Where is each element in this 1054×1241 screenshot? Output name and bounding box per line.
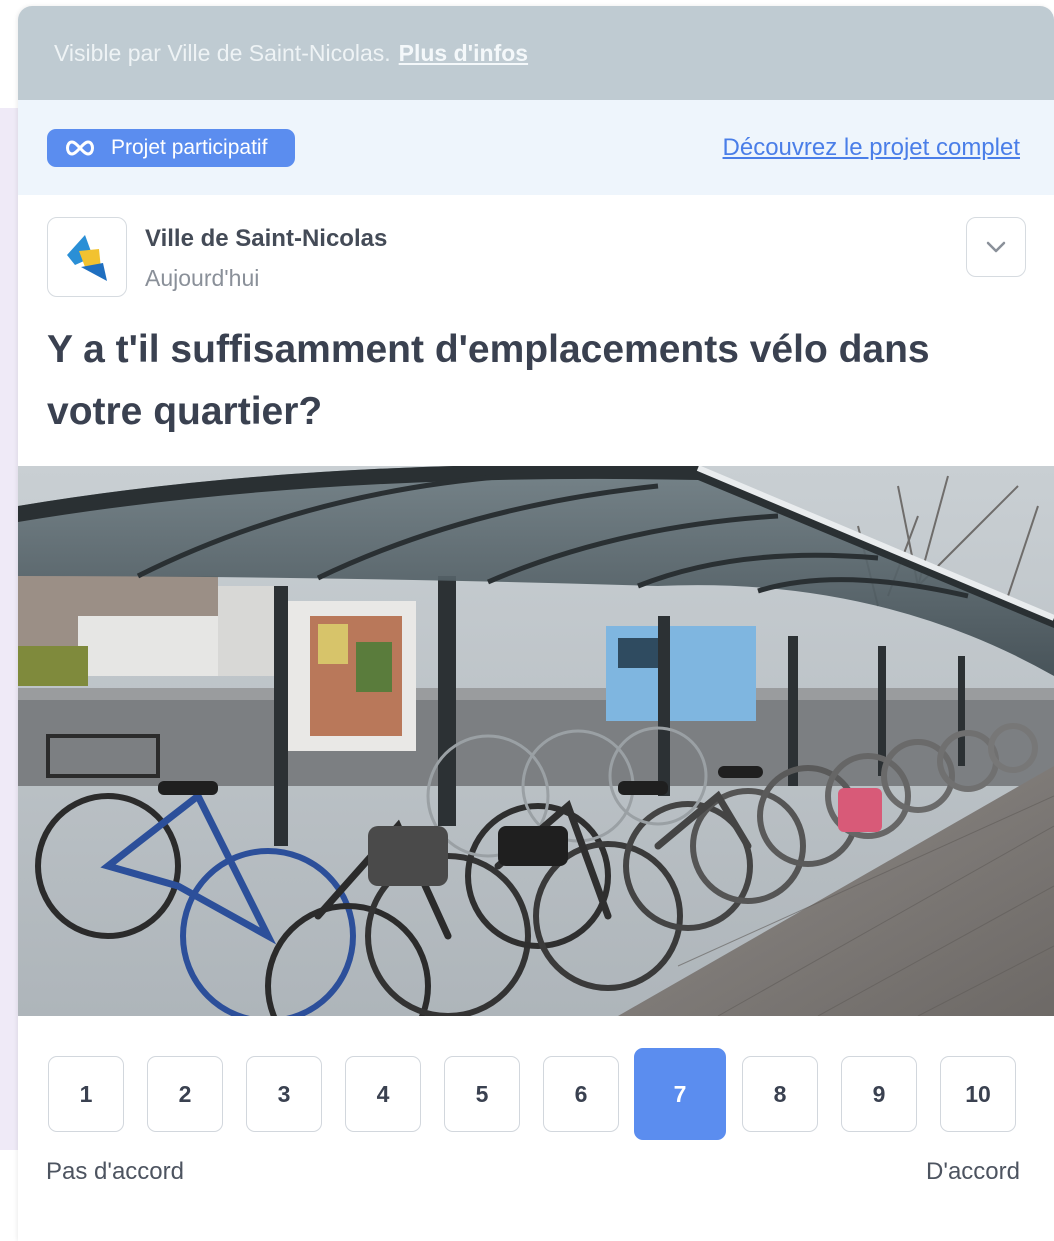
rating-option-6[interactable]: 6 — [543, 1056, 619, 1132]
more-info-link[interactable]: Plus d'infos — [399, 40, 528, 67]
rating-option-7-selected[interactable]: 7 — [634, 1048, 726, 1140]
poll-card: Visible par Ville de Saint-Nicolas. Plus… — [18, 6, 1054, 1241]
visibility-text: Visible par Ville de Saint-Nicolas. — [54, 39, 391, 66]
project-bar: Projet participatif Découvrez le projet … — [18, 100, 1054, 195]
bicycle-shelter-image — [18, 466, 1054, 1016]
poll-photo — [18, 466, 1054, 1016]
post-date: Aujourd'hui — [145, 265, 260, 291]
rating-option-10[interactable]: 10 — [940, 1056, 1016, 1132]
chevron-down-icon — [986, 241, 1006, 253]
author-name[interactable]: Ville de Saint-Nicolas — [145, 225, 387, 253]
badge-label: Projet participatif — [111, 135, 268, 159]
scale-min-label: Pas d'accord — [46, 1158, 184, 1185]
rating-option-4[interactable]: 4 — [345, 1056, 421, 1132]
rating-option-8[interactable]: 8 — [742, 1056, 818, 1132]
scale-max-label: D'accord — [926, 1158, 1020, 1185]
discover-project-link[interactable]: Découvrez le projet complet — [723, 134, 1020, 162]
post-menu-button[interactable] — [966, 217, 1026, 277]
rating-option-2[interactable]: 2 — [147, 1056, 223, 1132]
rating-scale: 1 2 3 4 5 6 7 8 9 10 — [48, 1048, 1016, 1140]
rating-option-5[interactable]: 5 — [444, 1056, 520, 1132]
rating-option-1[interactable]: 1 — [48, 1056, 124, 1132]
page-background-left — [0, 108, 20, 1150]
participatory-project-badge[interactable]: Projet participatif — [47, 128, 296, 167]
post-header: Ville de Saint-Nicolas Aujourd'hui — [18, 195, 1054, 307]
rating-option-3[interactable]: 3 — [246, 1056, 322, 1132]
rating-option-9[interactable]: 9 — [841, 1056, 917, 1132]
infinity-icon — [66, 139, 94, 156]
city-logo-icon — [67, 235, 107, 281]
visibility-bar: Visible par Ville de Saint-Nicolas. Plus… — [18, 6, 1054, 100]
organization-logo[interactable] — [47, 217, 127, 297]
poll-question: Y a t'il suffisamment d'emplacements vél… — [47, 328, 930, 433]
